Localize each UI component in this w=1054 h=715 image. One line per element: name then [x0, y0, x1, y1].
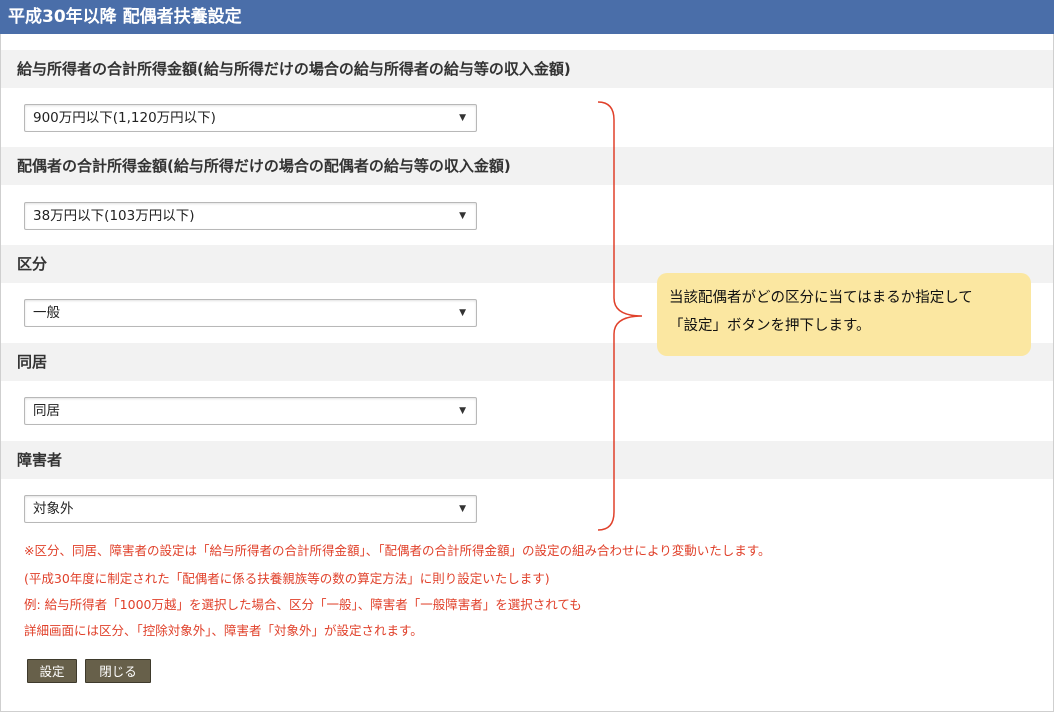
select-value: 900万円以下(1,120万円以下): [33, 110, 216, 126]
note-line-2: (平成30年度に制定された「配偶者に係る扶養親族等の数の算定方法」に則り設定いた…: [24, 571, 550, 586]
close-button[interactable]: 閉じる: [85, 659, 151, 683]
note-line-3: 例: 給与所得者「1000万越」を選択した場合、区分「一般」、障害者「一般障害者…: [24, 597, 582, 612]
select-value: 38万円以下(103万円以下): [33, 208, 195, 224]
dropdown-caret-icon: ▼: [459, 504, 466, 514]
select-category[interactable]: 一般 ▼: [24, 299, 477, 327]
annotation-callout: 当該配偶者がどの区分に当てはまるか指定して 「設定」ボタンを押下します。: [657, 273, 1031, 356]
window-title: 平成30年以降 配偶者扶養設定: [0, 0, 1054, 34]
dropdown-caret-icon: ▼: [459, 211, 466, 221]
annotation-brace: [597, 101, 643, 531]
select-value: 対象外: [33, 501, 74, 517]
dropdown-caret-icon: ▼: [459, 406, 466, 416]
select-disability[interactable]: 対象外 ▼: [24, 495, 477, 523]
section-header-disability: 障害者: [1, 441, 1053, 479]
dropdown-caret-icon: ▼: [459, 113, 466, 123]
select-value: 一般: [33, 305, 60, 321]
note-line-4: 詳細画面には区分、「控除対象外」、障害者「対象外」が設定されます。: [24, 623, 423, 638]
select-cohabitation[interactable]: 同居 ▼: [24, 397, 477, 425]
dropdown-caret-icon: ▼: [459, 308, 466, 318]
note-line-1: ※区分、同居、障害者の設定は「給与所得者の合計所得金額」、「配偶者の合計所得金額…: [24, 543, 771, 558]
select-employee-income[interactable]: 900万円以下(1,120万円以下) ▼: [24, 104, 477, 132]
select-value: 同居: [33, 403, 60, 419]
callout-line-1: 当該配偶者がどの区分に当てはまるか指定して: [669, 290, 973, 306]
section-header-spouse-income: 配偶者の合計所得金額(給与所得だけの場合の配偶者の給与等の収入金額): [1, 147, 1053, 185]
select-spouse-income[interactable]: 38万円以下(103万円以下) ▼: [24, 202, 477, 230]
section-header-employee-income: 給与所得者の合計所得金額(給与所得だけの場合の給与所得者の給与等の収入金額): [1, 50, 1053, 88]
set-button[interactable]: 設定: [27, 659, 77, 683]
callout-line-2: 「設定」ボタンを押下します。: [669, 318, 871, 334]
